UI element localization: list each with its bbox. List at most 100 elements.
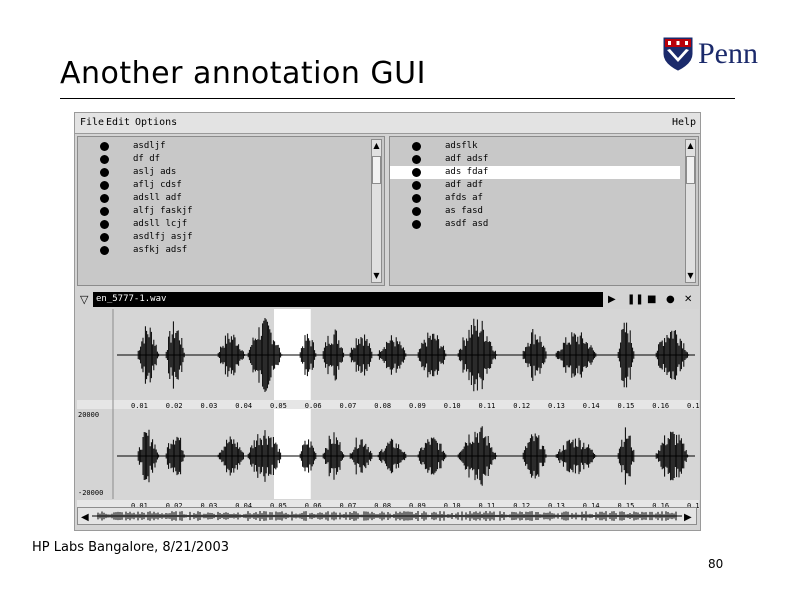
- overview-waveform: ◀ ▶: [81, 511, 692, 523]
- list-item[interactable]: ads fdaf: [390, 166, 680, 179]
- time-tick-label: 0.05: [270, 402, 287, 410]
- time-tick-label: 0.16: [652, 402, 669, 410]
- time-tick-label: 0.03: [201, 402, 218, 410]
- bullet-icon[interactable]: [100, 194, 109, 203]
- list-item[interactable]: asfkj adsf: [78, 244, 368, 257]
- list-item[interactable]: asdlfj asjf: [78, 231, 368, 244]
- time-tick-label: 0.01: [131, 402, 148, 410]
- list-item[interactable]: df df: [78, 153, 368, 166]
- left-annotation-list[interactable]: asdljf df df aslj ads aflj cdsf adsll adf alf…: [77, 136, 385, 286]
- time-tick-label: 0.09: [409, 402, 426, 410]
- channel-range-label: 20000: [78, 411, 99, 419]
- waveform-toolbar: ▽ en_5777-1.wav ▶ ❚❚ ■ ● ✕: [77, 291, 699, 308]
- time-tick-label: 0.06: [305, 402, 322, 410]
- list-item-label: as fasd: [445, 206, 483, 216]
- scroll-right-icon[interactable]: ▶: [684, 512, 692, 523]
- time-tick-label: 0.10: [444, 402, 461, 410]
- close-icon[interactable]: ✕: [684, 293, 692, 306]
- menubar: File Edit Options Help: [75, 113, 700, 134]
- list-item[interactable]: asdf asd: [390, 218, 680, 231]
- scroll-thumb[interactable]: [372, 156, 381, 184]
- list-item[interactable]: adf adsf: [390, 153, 680, 166]
- slide-footer: HP Labs Bangalore, 8/21/2003: [32, 540, 229, 555]
- list-item-label: df df: [133, 154, 161, 164]
- list-item-label: asdlfj asjf: [133, 232, 193, 242]
- list-item-label: adsflk: [445, 141, 478, 151]
- bullet-icon[interactable]: [100, 142, 109, 151]
- time-tick-label: 0.11: [479, 402, 496, 410]
- bullet-icon[interactable]: [412, 155, 421, 164]
- bullet-icon[interactable]: [412, 168, 421, 177]
- page-number: 80: [708, 557, 724, 571]
- list-item-label: asdljf: [133, 141, 166, 151]
- scroll-up-icon[interactable]: ▲: [686, 140, 695, 152]
- stop-icon[interactable]: ■: [647, 293, 656, 306]
- list-item-label: ads fdaf: [445, 167, 489, 177]
- bullet-icon[interactable]: [100, 207, 109, 216]
- list-item[interactable]: adsll lcjf: [78, 218, 368, 231]
- time-tick-label: 0.13: [548, 402, 565, 410]
- scroll-thumb[interactable]: [686, 156, 695, 184]
- list-item-label: asdf asd: [445, 219, 489, 229]
- play-icon[interactable]: ▶: [608, 293, 616, 306]
- scroll-down-icon[interactable]: ▼: [686, 270, 695, 282]
- list-item[interactable]: adsflk: [390, 140, 680, 153]
- list-item[interactable]: adf adf: [390, 179, 680, 192]
- menu-options[interactable]: Options: [135, 117, 177, 128]
- record-icon[interactable]: ●: [666, 293, 675, 306]
- title-rule: [60, 98, 735, 99]
- bullet-icon[interactable]: [412, 181, 421, 190]
- list-item-label: adf adf: [445, 180, 483, 190]
- list-item[interactable]: alfj faskjf: [78, 205, 368, 218]
- time-tick-label: 0.07: [340, 402, 357, 410]
- time-tick-label: 0.15: [618, 402, 635, 410]
- bullet-icon[interactable]: [100, 233, 109, 242]
- bullet-icon[interactable]: [412, 207, 421, 216]
- scroll-left-icon[interactable]: ◀: [81, 512, 89, 523]
- annotation-app-window: File Edit Options Help asdljf df df aslj a…: [74, 112, 701, 531]
- right-list-scrollbar[interactable]: ▲ ▼: [685, 139, 696, 283]
- bullet-icon[interactable]: [412, 220, 421, 229]
- list-item[interactable]: aslj ads: [78, 166, 368, 179]
- list-item[interactable]: aflj cdsf: [78, 179, 368, 192]
- bullet-icon[interactable]: [412, 194, 421, 203]
- logo-text: Penn: [698, 37, 758, 70]
- triangle-down-icon[interactable]: ▽: [80, 293, 88, 306]
- waveform-overview-scrollbar[interactable]: ◀ ▶: [77, 507, 697, 525]
- menu-help[interactable]: Help: [672, 117, 696, 128]
- menu-file[interactable]: File: [80, 117, 104, 128]
- waveform-canvas[interactable]: 0.01 0.02 0.03 0.04 0.05 0.06 0.07 0.08 0.09 0.10…: [77, 309, 699, 509]
- left-list-scrollbar[interactable]: ▲ ▼: [371, 139, 382, 283]
- time-tick-label: 0.17: [687, 402, 699, 410]
- time-tick-label: 0.04: [235, 402, 252, 410]
- menu-edit[interactable]: Edit: [106, 117, 130, 128]
- time-tick-label: 0.14: [583, 402, 600, 410]
- bullet-icon[interactable]: [100, 168, 109, 177]
- list-item[interactable]: afds af: [390, 192, 680, 205]
- list-item-label: adsll adf: [133, 193, 182, 203]
- list-item-label: adsll lcjf: [133, 219, 188, 229]
- penn-shield-icon: [663, 37, 693, 71]
- bullet-icon[interactable]: [100, 181, 109, 190]
- bullet-icon[interactable]: [412, 142, 421, 151]
- bullet-icon[interactable]: [100, 220, 109, 229]
- scroll-up-icon[interactable]: ▲: [372, 140, 381, 152]
- list-item[interactable]: as fasd: [390, 205, 680, 218]
- list-item-label: afds af: [445, 193, 483, 203]
- right-annotation-list[interactable]: adsflk adf adsf ads fdaf adf adf afds af as f…: [389, 136, 699, 286]
- list-item[interactable]: adsll adf: [78, 192, 368, 205]
- list-item-label: asfkj adsf: [133, 245, 188, 255]
- list-item-label: alfj faskjf: [133, 206, 193, 216]
- channel-range-label: -20000: [78, 489, 103, 497]
- bullet-icon[interactable]: [100, 155, 109, 164]
- time-tick-label: 0.02: [166, 402, 183, 410]
- slide-title: Another annotation GUI: [60, 56, 426, 91]
- scroll-down-icon[interactable]: ▼: [372, 270, 381, 282]
- list-item-label: adf adsf: [445, 154, 489, 164]
- list-item-label: aslj ads: [133, 167, 177, 177]
- list-item[interactable]: asdljf: [78, 140, 368, 153]
- list-item-label: aflj cdsf: [133, 180, 182, 190]
- waveform-display[interactable]: 0.01 0.02 0.03 0.04 0.05 0.06 0.07 0.08 0.09 0.10…: [77, 309, 699, 525]
- bullet-icon[interactable]: [100, 246, 109, 255]
- pause-icon[interactable]: ❚❚: [627, 293, 644, 306]
